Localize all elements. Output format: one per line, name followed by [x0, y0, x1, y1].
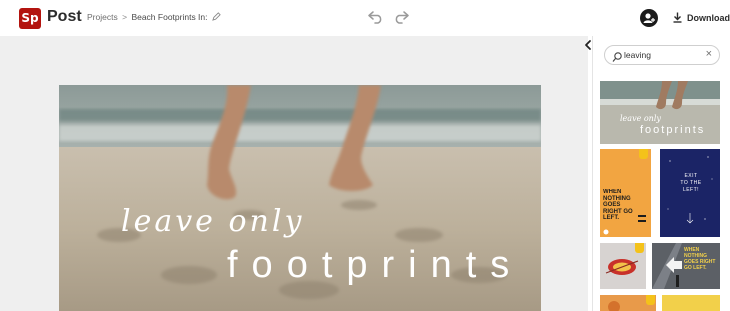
app-window: Sp Post Projects > Beach Footprints In: … [0, 0, 730, 311]
search-input[interactable]: leaving × [604, 45, 720, 65]
breadcrumb-separator: > [122, 12, 128, 22]
premium-badge-icon [635, 243, 644, 253]
template-thumb-orange-image: WHEN NOTHING GOES RIGHT GO LEFT. [600, 149, 651, 237]
artboard-main-text[interactable]: footprints [227, 244, 523, 286]
search-icon [612, 50, 622, 68]
template-thumb-orange[interactable]: WHEN NOTHING GOES RIGHT GO LEFT. [600, 149, 651, 237]
artboard-script-text[interactable]: leave only [121, 204, 304, 239]
template-thumb-orange-2[interactable] [600, 295, 656, 311]
artboard[interactable]: leave only footprints [59, 85, 541, 311]
search-value: leaving [624, 50, 651, 60]
template-thumb-road-image: WHEN NOTHING GOES RIGHT GO LEFT. [652, 243, 720, 289]
template-thumb-orange-text: WHEN NOTHING GOES RIGHT GO LEFT. [603, 189, 633, 221]
template-thumb-beach[interactable]: leave only footprints [600, 81, 720, 144]
clear-search-icon[interactable]: × [706, 48, 712, 60]
template-thumb-beach-main: footprints [640, 124, 705, 136]
breadcrumb-projects-link[interactable]: Projects [87, 12, 118, 22]
download-button[interactable]: Download [673, 10, 730, 26]
template-thumb-navy-image: EXIT TO THE LEFT! [660, 149, 720, 237]
template-thumb-road-text: WHEN NOTHING GOES RIGHT GO LEFT. [684, 247, 716, 271]
app-logo[interactable]: Sp [19, 8, 41, 29]
share-avatar-icon[interactable] [640, 9, 658, 27]
download-icon [673, 12, 682, 25]
undo-icon[interactable] [368, 10, 384, 24]
template-thumb-beach-image: leave only footprints [600, 81, 720, 144]
template-thumb-grey[interactable] [600, 243, 646, 289]
download-label: Download [687, 13, 730, 23]
canvas-workspace: leave only footprints [0, 36, 588, 311]
breadcrumb: Projects > Beach Footprints In: [87, 12, 221, 23]
template-thumb-navy-text: EXIT TO THE LEFT! [680, 173, 702, 193]
template-thumb-yellow[interactable] [662, 295, 720, 311]
premium-badge-icon [639, 149, 648, 159]
top-bar: Sp Post Projects > Beach Footprints In: … [0, 0, 730, 36]
pencil-icon[interactable] [212, 12, 221, 23]
template-thumb-road[interactable]: WHEN NOTHING GOES RIGHT GO LEFT. [652, 243, 720, 289]
premium-badge-icon [646, 295, 655, 305]
app-name: Post [47, 8, 82, 25]
template-thumb-navy[interactable]: EXIT TO THE LEFT! [660, 149, 720, 237]
redo-icon[interactable] [393, 10, 409, 24]
template-thumb-beach-script: leave only [620, 114, 661, 123]
template-thumb-yellow-image [662, 295, 720, 311]
artboard-photo: leave only footprints [59, 85, 541, 311]
project-title[interactable]: Beach Footprints In: [131, 12, 207, 22]
